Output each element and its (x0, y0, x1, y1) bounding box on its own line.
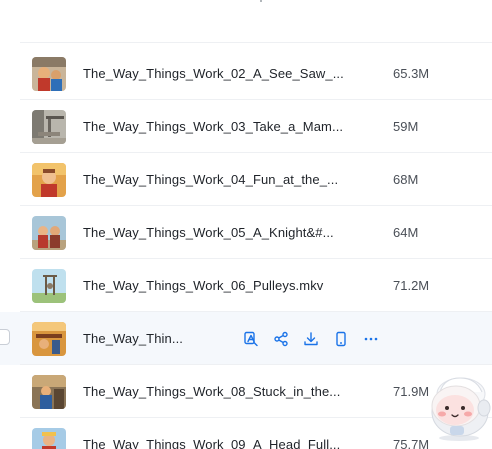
file-name[interactable]: The_Way_Things_Work_05_A_Knight&#... (83, 225, 334, 240)
header-divider (20, 42, 492, 43)
file-name[interactable]: The_Way_Things_Work_06_Pulleys.mkv (83, 278, 323, 293)
file-size: 71.9M (393, 384, 430, 399)
video-thumbnail-icon (32, 163, 66, 197)
file-name[interactable]: The_Way_Things_Work_04_Fun_at_the_... (83, 172, 338, 187)
header-remnant (260, 0, 262, 2)
file-size: 59M (393, 119, 419, 134)
file-browser: The_Way_Things_Work_02_A_See_Saw_... 65.… (0, 0, 492, 449)
video-thumbnail-icon (32, 428, 66, 449)
video-thumbnail-icon (32, 375, 66, 409)
file-size: 75.7M (393, 437, 430, 449)
file-size: 64M (393, 225, 419, 240)
file-name[interactable]: The_Way_Things_Work_09_A_Head_Full... (83, 437, 340, 449)
file-size: 68M (393, 172, 419, 187)
file-row[interactable]: The_Way_Things_Work_09_A_Head_Full... 75… (0, 418, 492, 449)
video-thumbnail-icon (32, 110, 66, 144)
video-thumbnail-icon (32, 57, 66, 91)
file-row[interactable]: The_Way_Things_Work_06_Pulleys.mkv 71.2M (0, 259, 492, 312)
file-row[interactable]: The_Way_Things_Work_05_A_Knight&#... 64M (0, 206, 492, 259)
more-icon[interactable] (362, 330, 380, 348)
assistant-mascot-icon[interactable] (426, 372, 492, 442)
file-name[interactable]: The_Way_Things_Work_08_Stuck_in_the... (83, 384, 340, 399)
file-name[interactable]: The_Way_Things_Work_03_Take_a_Mam... (83, 119, 343, 134)
file-row[interactable]: The_Way_Things_Work_03_Take_a_Mam... 59M (0, 100, 492, 153)
file-list: The_Way_Things_Work_02_A_See_Saw_... 65.… (0, 47, 492, 449)
file-size: 71.2M (393, 278, 430, 293)
download-icon[interactable] (302, 330, 320, 348)
row-checkbox[interactable] (0, 329, 10, 345)
translate-icon[interactable] (242, 330, 260, 348)
file-row[interactable]: The_Way_Things_Work_04_Fun_at_the_... 68… (0, 153, 492, 206)
file-row-hovered[interactable]: The_Way_Thin... (0, 312, 492, 365)
file-row[interactable]: The_Way_Things_Work_02_A_See_Saw_... 65.… (0, 47, 492, 100)
file-size: 65.3M (393, 66, 430, 81)
video-thumbnail-icon (32, 269, 66, 303)
video-thumbnail-icon (32, 322, 66, 356)
file-name[interactable]: The_Way_Things_Work_02_A_See_Saw_... (83, 66, 344, 81)
phone-icon[interactable] (332, 330, 350, 348)
row-actions (242, 330, 392, 348)
share-icon[interactable] (272, 330, 290, 348)
file-row[interactable]: The_Way_Things_Work_08_Stuck_in_the... 7… (0, 365, 492, 418)
file-name[interactable]: The_Way_Thin... (83, 331, 183, 346)
video-thumbnail-icon (32, 216, 66, 250)
